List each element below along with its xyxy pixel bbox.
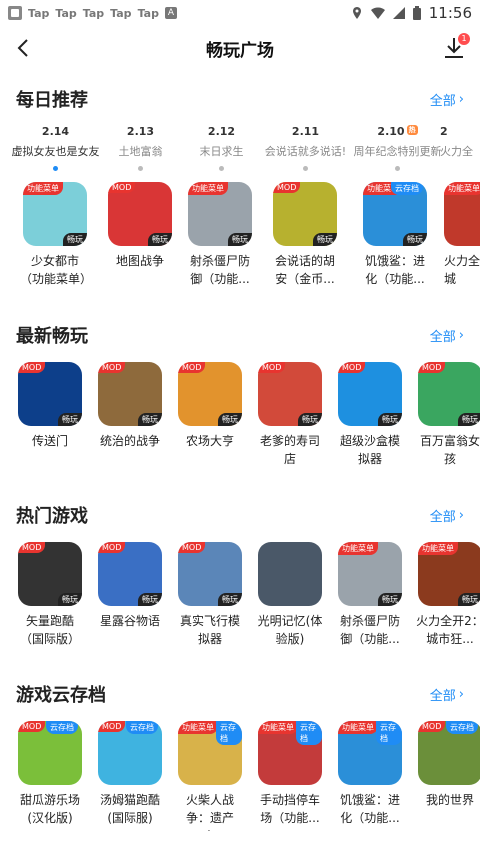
- app-icon: 功能菜单 云存档: [258, 721, 322, 785]
- back-arrow-icon[interactable]: [12, 36, 36, 60]
- app-icon: MOD 畅玩: [18, 362, 82, 426]
- app-icon: MOD 畅玩: [108, 182, 172, 246]
- hot-app-row: MOD 畅玩 矢量跑酷（国际版） MOD 畅玩 星露谷物语 MOD 畅玩 真实飞行模拟…: [0, 542, 480, 652]
- app-icon: MOD 畅玩: [98, 542, 162, 606]
- app-icon: MOD 云存档: [18, 721, 82, 785]
- app-card[interactable]: MOD 畅玩 超级沙盒模拟器: [335, 362, 405, 468]
- chevron-right-icon: ›: [458, 91, 464, 107]
- section-title: 游戏云存档: [16, 685, 106, 706]
- app-card[interactable]: MOD 云存档 甜瓜游乐场(汉化版): [15, 721, 85, 827]
- app-icon: 功能菜单 云存档: [338, 721, 402, 785]
- date-tab[interactable]: 2 火力全: [440, 125, 480, 159]
- status-tap-2: Tap: [55, 6, 77, 20]
- app-icon: 功能菜单畅玩: [338, 542, 402, 606]
- app-icon: 功能菜单畅玩: [444, 182, 480, 246]
- section-daily-header: 每日推荐 全部 ›: [0, 84, 480, 114]
- section-title: 最新畅玩: [16, 326, 88, 347]
- cloud-app-row: MOD 云存档 甜瓜游乐场(汉化版) MOD 云存档 汤姆猫跑酷(国际服) 功能菜单…: [0, 721, 480, 831]
- app-icon: MOD 畅玩: [418, 362, 480, 426]
- app-card[interactable]: 功能菜单 畅玩 少女都市（功能菜单）: [20, 182, 92, 288]
- date-tab[interactable]: 2.10 热 周年纪念特别更新: [345, 125, 450, 171]
- signal-icon: [392, 7, 405, 19]
- app-icon: MOD 畅玩: [178, 362, 242, 426]
- app-icon: MOD 云存档: [418, 721, 480, 785]
- app-card[interactable]: MOD 畅玩 农场大亨: [175, 362, 245, 450]
- app-card[interactable]: 功能菜单畅玩 火力全开：城: [444, 182, 480, 288]
- view-all-newest[interactable]: 全部 ›: [430, 326, 464, 345]
- app-card[interactable]: MOD 云存档 汤姆猫跑酷(国际服): [95, 721, 165, 827]
- section-title: 热门游戏: [16, 506, 88, 527]
- hot-badge: 热: [406, 125, 418, 135]
- app-icon: MOD 畅玩: [18, 542, 82, 606]
- app-card[interactable]: MOD 畅玩 星露谷物语: [95, 542, 165, 630]
- app-card[interactable]: 光明记忆(体验版): [255, 542, 325, 648]
- app-card[interactable]: MOD 畅玩 百万富翁女孩: [415, 362, 480, 468]
- view-all-hot[interactable]: 全部 ›: [430, 506, 464, 525]
- section-cloud-header: 游戏云存档 全部 ›: [0, 679, 480, 709]
- status-tap-1: Tap: [28, 6, 50, 20]
- app-card[interactable]: MOD 畅玩 统治的战争: [95, 362, 165, 450]
- page-title: 畅玩广场: [206, 40, 274, 61]
- app-icon: MOD 畅玩: [258, 362, 322, 426]
- app-card[interactable]: 功能菜单 云存档 畅玩 饥饿鲨：进化（功能...: [360, 182, 430, 288]
- location-icon: [352, 7, 361, 19]
- app-icon: MOD 畅玩: [178, 542, 242, 606]
- app-icon: 功能菜单畅玩: [23, 182, 87, 246]
- download-button[interactable]: 1: [440, 33, 470, 62]
- app-icon: 功能菜单 云存档: [178, 721, 242, 785]
- status-bar: Tap Tap Tap Tap Tap A 11:56: [0, 0, 480, 26]
- date-dot: [53, 166, 58, 171]
- notification-icon: [8, 6, 22, 20]
- date-dot: [303, 166, 308, 171]
- app-icon: 功能菜单 云存档 畅玩: [363, 182, 427, 246]
- top-bar: 畅玩广场 1: [0, 26, 480, 70]
- section-newest-header: 最新畅玩 全部 ›: [0, 320, 480, 350]
- app-card[interactable]: MOD 畅玩 地图战争: [105, 182, 175, 270]
- app-card[interactable]: MOD 畅玩 会说话的胡安（金币...: [270, 182, 340, 288]
- status-tap-5: Tap: [137, 6, 159, 20]
- section-title: 每日推荐: [16, 90, 88, 111]
- daily-app-row: 功能菜单 畅玩 少女都市（功能菜单） MOD 畅玩 地图战争 功能菜单 畅玩 射杀僵尸…: [0, 182, 480, 292]
- chevron-right-icon: ›: [458, 686, 464, 702]
- app-icon: MOD 畅玩: [98, 362, 162, 426]
- status-tap-3: Tap: [82, 6, 105, 20]
- app-icon: [258, 542, 322, 606]
- app-icon: MOD 畅玩: [273, 182, 337, 246]
- app-card[interactable]: 功能菜单 云存档 饥饿鲨：进化（功能...: [335, 721, 405, 827]
- app-icon: MOD 云存档: [98, 721, 162, 785]
- date-dot: [138, 166, 143, 171]
- app-card[interactable]: MOD 畅玩 真实飞行模拟器: [175, 542, 245, 648]
- newest-app-row: MOD 畅玩 传送门 MOD 畅玩 统治的战争 MOD 畅玩 农场大亨 MOD 畅玩 老…: [0, 362, 480, 472]
- app-card[interactable]: MOD 畅玩 传送门: [15, 362, 85, 450]
- app-card[interactable]: MOD 畅玩 老爹的寿司店: [255, 362, 325, 468]
- status-time: 11:56: [428, 4, 472, 22]
- app-card[interactable]: 功能菜单 畅玩 射杀僵尸防御（功能...: [335, 542, 405, 648]
- date-dot: [219, 166, 224, 171]
- date-tabs: 2.14 虚拟女友也是女友 2.13 土地富翁 2.12 末日求生 2.11 会…: [0, 125, 480, 175]
- app-card[interactable]: 功能菜单 云存档 手动挡停车场（功能...: [255, 721, 325, 827]
- app-card[interactable]: 功能菜单云存档 火柴人战争：遗产（...: [175, 721, 245, 831]
- app-card[interactable]: 功能菜单 畅玩 火力全开2：城市狂...: [415, 542, 480, 648]
- app-card[interactable]: 功能菜单 畅玩 射杀僵尸防御（功能...: [185, 182, 255, 288]
- status-a-icon: A: [164, 7, 177, 19]
- section-hot-header: 热门游戏 全部 ›: [0, 500, 480, 530]
- app-card[interactable]: MOD 云存档 我的世界: [415, 721, 480, 809]
- app-icon: MOD 畅玩: [338, 362, 402, 426]
- chevron-right-icon: ›: [458, 507, 464, 523]
- date-dot: [395, 166, 400, 171]
- battery-icon: [412, 6, 421, 20]
- app-card[interactable]: MOD 畅玩 矢量跑酷（国际版）: [15, 542, 85, 648]
- app-icon: 功能菜单畅玩: [188, 182, 252, 246]
- wifi-icon: [370, 7, 385, 19]
- chevron-right-icon: ›: [458, 327, 464, 343]
- view-all-cloud[interactable]: 全部 ›: [430, 685, 464, 704]
- app-icon: 功能菜单畅玩: [418, 542, 480, 606]
- status-tap-4: Tap: [110, 6, 132, 20]
- view-all-daily[interactable]: 全部 ›: [430, 90, 464, 109]
- download-badge: 1: [458, 33, 470, 45]
- date-tab[interactable]: 2.11 会说话就多说话!: [253, 125, 358, 171]
